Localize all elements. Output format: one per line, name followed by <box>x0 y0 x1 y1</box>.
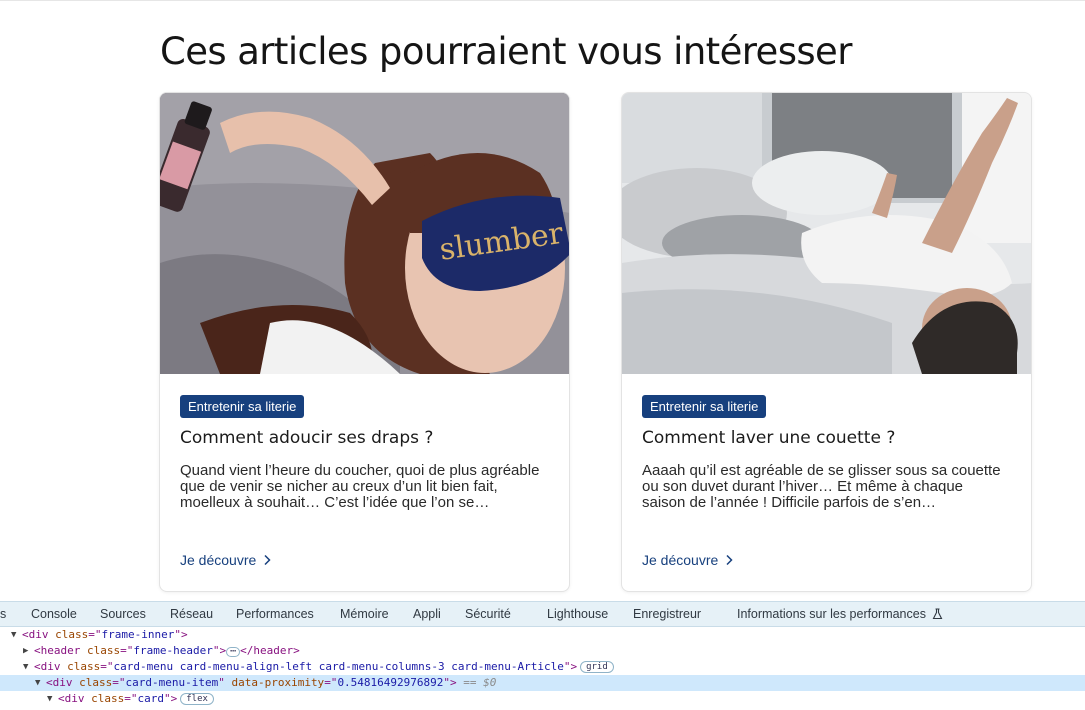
card-excerpt: Aaaah qu’il est agréable de se glisser s… <box>642 462 1001 511</box>
dom-node-frame-inner[interactable]: ▼ <div class="frame-inner"> <box>0 627 1085 643</box>
expanded-triangle-icon[interactable]: ▼ <box>35 675 40 691</box>
flask-icon <box>933 608 943 620</box>
collapsed-triangle-icon[interactable]: ▶ <box>23 643 28 659</box>
ellipsis-icon[interactable]: ⋯ <box>226 647 241 657</box>
card-excerpt: Quand vient l’heure du coucher, quoi de … <box>180 462 540 511</box>
expanded-triangle-icon[interactable]: ▼ <box>23 659 28 675</box>
tab-console[interactable]: Console <box>31 607 77 621</box>
tab-recorder[interactable]: Enregistreur <box>633 607 701 621</box>
tab-performance[interactable]: Performances <box>236 607 314 621</box>
dom-node-card-menu[interactable]: ▼ <div class="card-menu card-menu-align-… <box>0 659 1085 675</box>
tab-performance-insights[interactable]: Informations sur les performances <box>737 607 943 621</box>
tab-network[interactable]: Réseau <box>170 607 213 621</box>
dom-node-card-menu-item-selected[interactable]: ▼ <div class="card-menu-item" data-proxi… <box>0 675 1085 691</box>
tab-elements[interactable]: s <box>0 607 6 621</box>
category-badge[interactable]: Entretenir sa literie <box>642 395 767 418</box>
chevron-right-icon <box>726 554 733 566</box>
dom-node-card[interactable]: ▼ <div class="card"> flex <box>0 691 1085 707</box>
article-image[interactable]: slumber <box>160 93 569 374</box>
discover-link[interactable]: Je découvre <box>180 552 272 568</box>
article-page: Ces articles pourraient vous intéresser <box>0 0 1085 601</box>
expanded-triangle-icon[interactable]: ▼ <box>47 691 52 707</box>
tab-lighthouse[interactable]: Lighthouse <box>547 607 608 621</box>
card-title[interactable]: Comment laver une couette ? <box>642 428 1012 448</box>
dom-node-frame-header[interactable]: ▶ <header class="frame-header"> ⋯ </header… <box>0 643 1085 659</box>
article-image[interactable] <box>622 93 1031 374</box>
discover-link-label: Je découvre <box>180 552 257 568</box>
tab-security[interactable]: Sécurité <box>465 607 511 621</box>
tab-sources[interactable]: Sources <box>100 607 146 621</box>
discover-link[interactable]: Je découvre <box>642 552 734 568</box>
chevron-right-icon <box>264 554 271 566</box>
article-card[interactable]: Entretenir sa literie Comment laver une … <box>621 92 1032 592</box>
tab-performance-insights-label: Informations sur les performances <box>737 607 926 621</box>
devtools-panel: s Console Sources Réseau Performances Mé… <box>0 601 1085 710</box>
grid-badge[interactable]: grid <box>580 661 614 673</box>
devtools-tabbar: s Console Sources Réseau Performances Mé… <box>0 601 1085 627</box>
tab-application[interactable]: Appli <box>413 607 441 621</box>
card-title[interactable]: Comment adoucir ses draps ? <box>180 428 550 448</box>
selected-node-marker: == $0 <box>463 676 497 689</box>
category-badge[interactable]: Entretenir sa literie <box>180 395 305 418</box>
tab-memory[interactable]: Mémoire <box>340 607 389 621</box>
discover-link-label: Je découvre <box>642 552 719 568</box>
article-card[interactable]: slumber Entretenir sa literie Comment ad… <box>159 92 570 592</box>
flex-badge[interactable]: flex <box>180 693 214 705</box>
section-title: Ces articles pourraient vous intéresser <box>160 30 852 73</box>
expanded-triangle-icon[interactable]: ▼ <box>11 627 16 643</box>
